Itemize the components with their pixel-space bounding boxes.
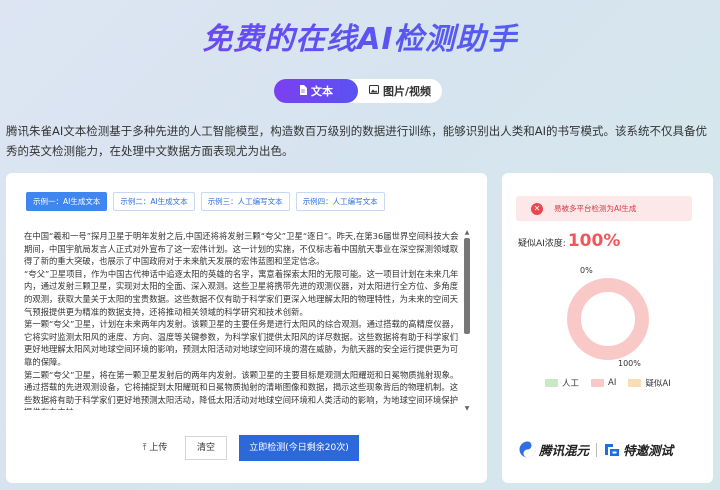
text-paragraph: 第二颗“夸父”卫星，将在第一颗卫星发射后的两年内发射。该颗卫星的主要目标是观测太… — [24, 369, 459, 410]
legend-swatch — [545, 379, 558, 387]
legend-swatch — [591, 379, 605, 387]
legend-item-human: 人工 — [545, 377, 579, 389]
close-icon: ✕ — [531, 202, 543, 215]
partner-logo-icon — [605, 444, 620, 456]
legend-label: AI — [608, 378, 617, 388]
tab-text-label: 文本 — [311, 85, 333, 98]
data-label-zero: 0% — [580, 266, 593, 275]
upload-label: 上传 — [149, 443, 168, 453]
example-2-button[interactable]: 示例二：AI生成文本 — [113, 192, 195, 211]
result-panel: ✕ 易被多平台检测为AI生成 疑似AI浓度: 100% 0% 100% 人工 A… — [502, 173, 713, 483]
brand-hunyuan: 腾讯混元 — [519, 440, 589, 459]
brand-divider — [596, 442, 598, 457]
image-icon — [368, 85, 379, 97]
document-icon — [299, 84, 307, 98]
ai-score: 疑似AI浓度: 100% — [518, 231, 620, 251]
brand-name: 特邀测试 — [623, 443, 674, 458]
example-4-button[interactable]: 示例四：人工编写文本 — [295, 192, 385, 211]
score-value: 100% — [567, 231, 621, 251]
tab-text[interactable]: 文本 — [274, 79, 358, 103]
legend-item-suspected-ai: 疑似AI — [628, 377, 671, 389]
chart-legend: 人工 AI 疑似AI — [545, 377, 683, 389]
tab-image-video-label: 图片/视频 — [382, 85, 432, 98]
description: 腾讯朱雀AI文本检测基于多种先进的人工智能模型，构造数百万级别的数据进行训练，能… — [6, 124, 708, 158]
tab-image-video[interactable]: 图片/视频 — [358, 79, 442, 103]
score-label: 疑似AI浓度: — [518, 239, 566, 249]
input-panel: 示例一：AI生成文本 示例二：AI生成文本 示例三：人工编写文本 示例四：人工编… — [6, 173, 487, 483]
clear-button[interactable]: 清空 — [185, 436, 227, 460]
upload-icon: ⤒ — [142, 443, 147, 453]
hunyuan-logo-icon — [519, 441, 536, 458]
scroll-thumb[interactable] — [464, 238, 470, 334]
donut-slice-1 — [567, 278, 649, 360]
legend-label: 人工 — [562, 379, 580, 389]
legend-swatch — [628, 379, 642, 387]
example-3-button[interactable]: 示例三：人工编写文本 — [200, 192, 290, 211]
text-paragraph: 在中国“羲和一号”探月卫星于明年发射之后,中国还将将发射三颗“夸父”卫星“逐日”… — [24, 231, 459, 267]
example-buttons: 示例一：AI生成文本 示例二：AI生成文本 示例三：人工编写文本 示例四：人工编… — [26, 192, 391, 211]
alert-text: 易被多平台检测为AI生成 — [554, 204, 637, 213]
text-input[interactable]: 在中国“羲和一号”探月卫星于明年发射之后,中国还将将发射三颗“夸父”卫星“逐日”… — [24, 230, 461, 410]
page-title: 免费的在线AI检测助手 — [0, 14, 720, 58]
legend-item-ai: AI — [591, 378, 616, 388]
upload-button[interactable]: ⤒ 上传 — [133, 437, 177, 459]
scroll-up-arrow-icon[interactable]: ▲ — [463, 230, 471, 236]
mode-tabs: 文本 图片/视频 — [274, 79, 442, 103]
brand-name: 腾讯混元 — [539, 443, 590, 458]
scroll-down-arrow-icon[interactable]: ▼ — [463, 406, 471, 412]
data-label-full: 100% — [618, 359, 641, 368]
result-alert: ✕ 易被多平台检测为AI生成 — [516, 196, 692, 221]
brand-bar: 腾讯混元 特邀测试 — [519, 440, 673, 459]
legend-label: 疑似AI — [645, 379, 671, 389]
text-paragraph: 第一颗“夸父”卫星，计划在未来两年内发射。该颗卫星的主要任务是进行太阳风的综合观… — [24, 319, 459, 367]
example-1-button[interactable]: 示例一：AI生成文本 — [26, 192, 108, 211]
text-scrollbar[interactable]: ▲ ▼ — [463, 230, 471, 412]
detect-button[interactable]: 立即检测(今日剩余20次) — [239, 435, 359, 461]
text-paragraph: “夸父”卫星项目，作为中国古代神话中追逐太阳的英雄的名字，寓意着探索太阳的无限可… — [24, 268, 459, 317]
brand-partner: 特邀测试 — [604, 440, 673, 459]
result-donut-chart — [567, 278, 649, 360]
action-bar: ⤒ 上传 清空 立即检测(今日剩余20次) — [133, 435, 359, 461]
